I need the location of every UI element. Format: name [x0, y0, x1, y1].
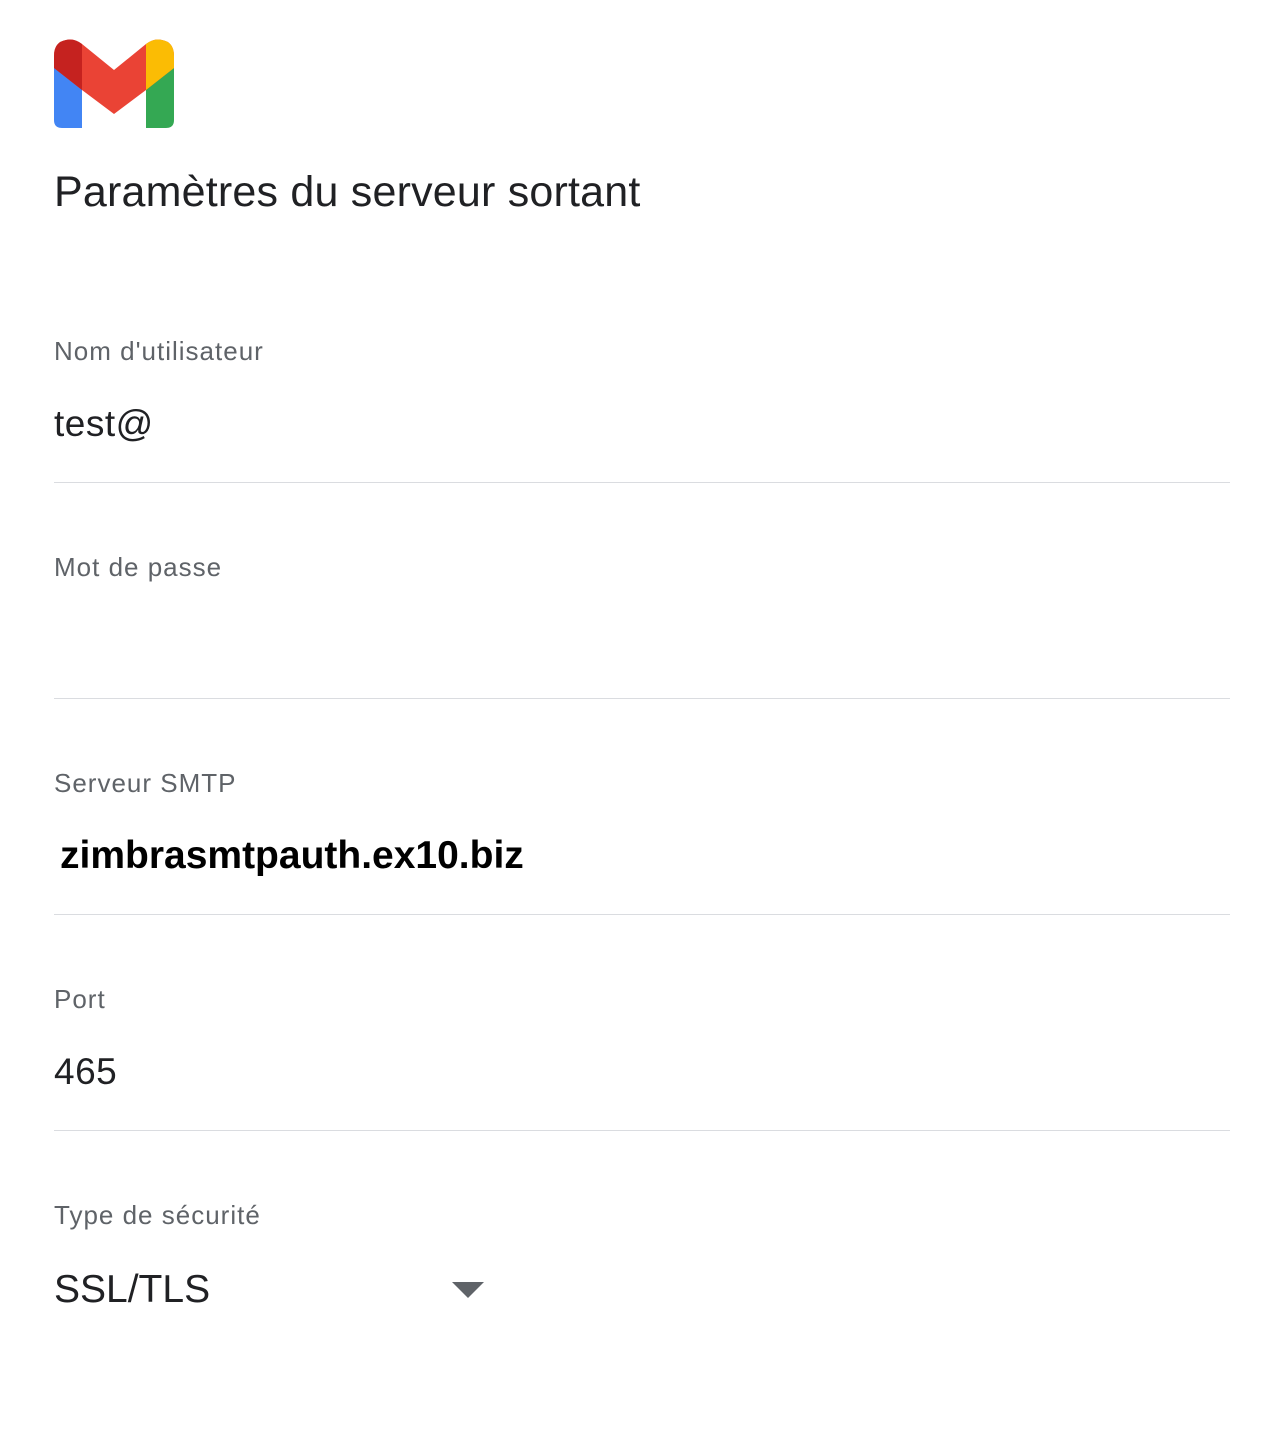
gmail-logo-icon [54, 38, 174, 130]
page-title: Paramètres du serveur sortant [54, 168, 641, 216]
password-field: Mot de passe [54, 552, 1230, 768]
security-type-field: Type de sécurité SSL/TLS [54, 1200, 1230, 1416]
smtp-server-underline [54, 914, 1230, 915]
smtp-server-label: Serveur SMTP [54, 768, 237, 798]
password-input[interactable] [54, 612, 1230, 668]
port-underline [54, 1130, 1230, 1131]
username-label: Nom d'utilisateur [54, 336, 264, 366]
port-label: Port [54, 984, 106, 1014]
security-type-label: Type de sécurité [54, 1200, 261, 1230]
smtp-server-input[interactable] [60, 828, 1236, 884]
security-type-selected: SSL/TLS [54, 1268, 211, 1311]
port-field: Port [54, 984, 1230, 1200]
security-type-dropdown[interactable]: SSL/TLS [54, 1262, 494, 1318]
username-field: Nom d'utilisateur [54, 336, 1230, 552]
caret-down-icon [452, 1282, 484, 1298]
smtp-server-field: Serveur SMTP [54, 768, 1236, 984]
password-underline [54, 698, 1230, 699]
port-input[interactable] [54, 1044, 1230, 1100]
username-input[interactable] [54, 396, 1230, 452]
password-label: Mot de passe [54, 552, 223, 582]
username-underline [54, 482, 1230, 483]
